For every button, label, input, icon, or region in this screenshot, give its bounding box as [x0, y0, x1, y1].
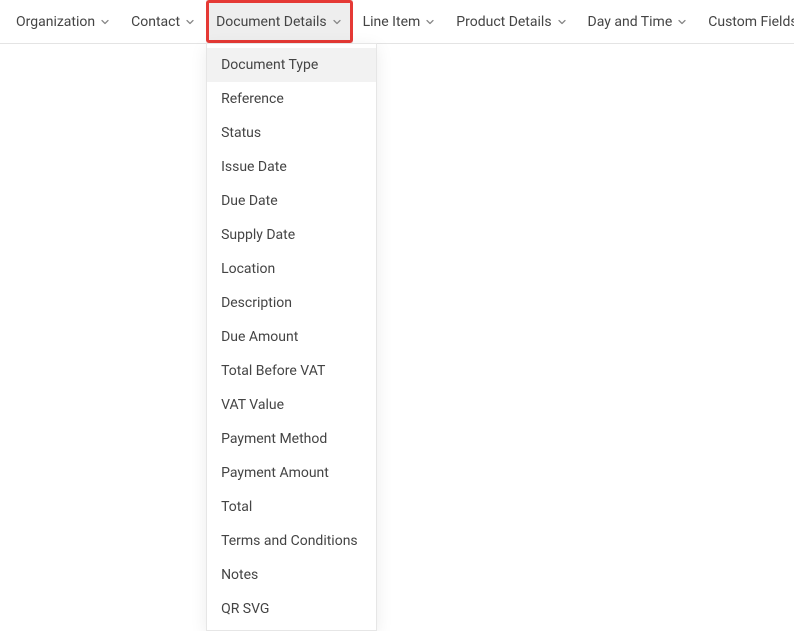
menu-label: Custom Fields [708, 14, 794, 30]
menu-product-details[interactable]: Product Details [446, 0, 577, 43]
menu-label: Contact [131, 14, 180, 30]
dropdown-reference[interactable]: Reference [207, 82, 376, 116]
menu-label: Line Item [363, 14, 421, 30]
toolbar: Organization Contact Document DetailsDocum… [0, 0, 794, 44]
dropdown-due-date[interactable]: Due Date [207, 184, 376, 218]
document-details-dropdown: Document TypeReferenceStatusIssue DateDu… [206, 43, 377, 631]
dropdown-total[interactable]: Total [207, 490, 376, 524]
menu-label: Organization [16, 14, 95, 30]
menu-contact[interactable]: Contact [121, 0, 206, 43]
dropdown-terms-and-conditions[interactable]: Terms and Conditions [207, 524, 376, 558]
chevron-down-icon [331, 16, 343, 28]
menu-custom-fields[interactable]: Custom Fields [698, 0, 794, 43]
dropdown-total-before-vat[interactable]: Total Before VAT [207, 354, 376, 388]
chevron-down-icon [424, 16, 436, 28]
dropdown-location[interactable]: Location [207, 252, 376, 286]
menu-organization[interactable]: Organization [6, 0, 121, 43]
menu-day-and-time[interactable]: Day and Time [578, 0, 699, 43]
dropdown-description[interactable]: Description [207, 286, 376, 320]
menu-label: Product Details [456, 14, 551, 30]
menu-document-details[interactable]: Document DetailsDocument TypeReferenceSt… [206, 0, 353, 43]
dropdown-vat-value[interactable]: VAT Value [207, 388, 376, 422]
dropdown-due-amount[interactable]: Due Amount [207, 320, 376, 354]
dropdown-payment-method[interactable]: Payment Method [207, 422, 376, 456]
menu-label: Day and Time [588, 14, 673, 30]
menu-line-item[interactable]: Line Item [353, 0, 447, 43]
dropdown-status[interactable]: Status [207, 116, 376, 150]
chevron-down-icon [556, 16, 568, 28]
dropdown-qr-svg[interactable]: QR SVG [207, 592, 376, 626]
chevron-down-icon [676, 16, 688, 28]
dropdown-payment-amount[interactable]: Payment Amount [207, 456, 376, 490]
dropdown-supply-date[interactable]: Supply Date [207, 218, 376, 252]
chevron-down-icon [99, 16, 111, 28]
dropdown-issue-date[interactable]: Issue Date [207, 150, 376, 184]
chevron-down-icon [184, 16, 196, 28]
dropdown-notes[interactable]: Notes [207, 558, 376, 592]
menu-label: Document Details [216, 14, 327, 30]
dropdown-document-type[interactable]: Document Type [207, 48, 376, 82]
